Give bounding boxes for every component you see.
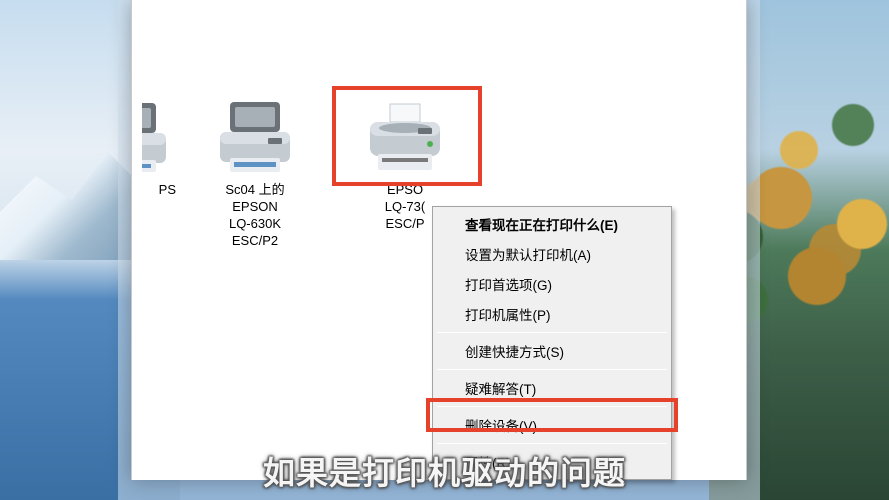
menu-separator [437,406,667,407]
label-line: LQ-630K [229,216,281,231]
inkjet-printer-icon [360,98,450,178]
printer-label: Sc04 上的 EPSON LQ-630K ESC/P2 [225,182,284,250]
label-line: ESC/P [385,216,424,231]
printer-context-menu: 查看现在正在打印什么(E) 设置为默认打印机(A) 打印首选项(G) 打印机属性… [432,206,672,480]
printer-icon [360,98,450,178]
label-line: LQ-73( [385,199,425,214]
menu-item-see-whats-printing[interactable]: 查看现在正在打印什么(E) [435,209,669,239]
printer-item-sc04-epson-lq630k[interactable]: Sc04 上的 EPSON LQ-630K ESC/P2 [180,90,330,258]
menu-item-remove-device[interactable]: 删除设备(V) [435,410,669,440]
label-line: ESC/P2 [232,233,278,248]
multifunction-printer-icon [142,98,176,178]
label-line: EPSON [232,199,278,214]
multifunction-printer-icon [210,98,300,178]
menu-item-troubleshoot[interactable]: 疑难解答(T) [435,373,669,403]
printer-icon [210,98,300,178]
menu-separator [437,369,667,370]
menu-separator [437,332,667,333]
printer-icon [142,98,176,178]
printer-label: EPSO LQ-73( ESC/P [385,182,425,233]
label-line: Sc04 上的 [225,182,284,197]
menu-item-printing-preferences[interactable]: 打印首选项(G) [435,269,669,299]
printer-item-partial[interactable]: PS [132,90,180,207]
menu-item-create-shortcut[interactable]: 创建快捷方式(S) [435,336,669,366]
printer-label: PS [157,182,176,199]
menu-item-properties[interactable]: 属性(R) [435,447,669,477]
label-line: EPSO [387,182,423,197]
menu-item-set-default-printer[interactable]: 设置为默认打印机(A) [435,239,669,269]
menu-item-printer-properties[interactable]: 打印机属性(P) [435,299,669,329]
menu-separator [437,443,667,444]
